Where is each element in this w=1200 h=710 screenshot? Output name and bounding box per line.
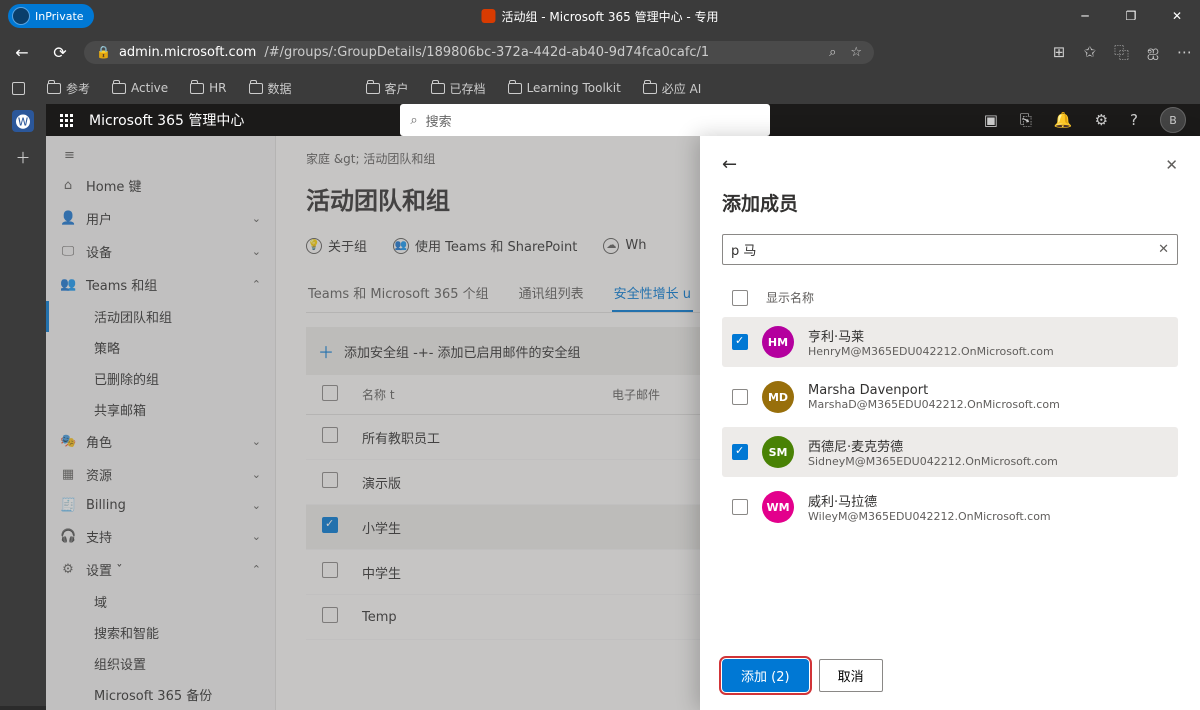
member-name: Marsha Davenport bbox=[808, 383, 1060, 398]
url-field[interactable]: 🔒 admin.microsoft.com /#/groups/:GroupDe… bbox=[84, 41, 874, 64]
url-host: admin.microsoft.com bbox=[119, 45, 256, 60]
cancel-button[interactable]: 取消 bbox=[819, 659, 883, 692]
extensions-icon[interactable]: ஐ bbox=[1147, 42, 1159, 62]
members-header: 显示名称 bbox=[722, 283, 1178, 312]
inprivate-label: InPrivate bbox=[35, 10, 84, 23]
select-all-members-checkbox[interactable] bbox=[732, 290, 748, 306]
member-avatar: SM bbox=[762, 436, 794, 468]
search-value: p 马 bbox=[731, 240, 756, 259]
bookmark-4[interactable]: 客户 bbox=[366, 80, 409, 97]
app-body: ≡ ⌂Home 键👤用户⌄🖵设备⌄👥Teams 和组⌃活动团队和组策略已删除的组… bbox=[46, 136, 1200, 710]
add-members-panel: ← ✕ 添加成员 p 马 ✕ 显示名称 HM 亨利·马莱HenryM@M365ED… bbox=[700, 136, 1200, 710]
member-avatar: WM bbox=[762, 491, 794, 523]
collections-icon[interactable]: ⿻ bbox=[1114, 42, 1129, 63]
browser-back-button[interactable]: ← bbox=[8, 38, 36, 66]
panel-title: 添加成员 bbox=[722, 189, 1178, 216]
bookmark-tab-icon[interactable] bbox=[12, 82, 25, 95]
member-checkbox[interactable] bbox=[732, 389, 748, 405]
member-row[interactable]: MD Marsha DavenportMarshaD@M365EDU042212.… bbox=[722, 372, 1178, 422]
favorite-icon[interactable]: ☆ bbox=[850, 45, 862, 60]
inprivate-badge: InPrivate bbox=[8, 4, 94, 28]
member-checkbox[interactable] bbox=[732, 499, 748, 515]
member-email: MarshaD@M365EDU042212.OnMicrosoft.com bbox=[808, 398, 1060, 411]
browser-side-rail: 🅦 ＋ bbox=[0, 104, 46, 706]
member-avatar: HM bbox=[762, 326, 794, 358]
inprivate-dot bbox=[12, 7, 30, 25]
window-minimize-button[interactable]: ─ bbox=[1062, 0, 1108, 32]
favorites-icon[interactable]: ✩ bbox=[1083, 43, 1096, 61]
clear-search-icon[interactable]: ✕ bbox=[1158, 242, 1169, 257]
col-display-name[interactable]: 显示名称 bbox=[766, 289, 814, 306]
app-title: Microsoft 365 管理中心 bbox=[89, 110, 244, 130]
bookmarks-bar: 参考 Active HR 数据 客户 已存档 Learning Toolkit 必应 AI bbox=[0, 72, 1200, 104]
url-path: /#/groups/:GroupDetails/189806bc-372a-44… bbox=[264, 45, 709, 60]
member-email: HenryM@M365EDU042212.OnMicrosoft.com bbox=[808, 345, 1054, 358]
settings-icon[interactable]: ⚙ bbox=[1095, 111, 1108, 129]
member-avatar: MD bbox=[762, 381, 794, 413]
browser-addressbar: ← ⟳ 🔒 admin.microsoft.com /#/groups/:Gro… bbox=[0, 32, 1200, 72]
member-name: 西德尼·麦克劳德 bbox=[808, 436, 1058, 455]
member-search-input[interactable]: p 马 ✕ bbox=[722, 234, 1178, 265]
search-in-page-icon[interactable]: ⌕ bbox=[829, 45, 836, 60]
panel-close-button[interactable]: ✕ bbox=[1165, 156, 1178, 174]
member-name: 威利·马拉德 bbox=[808, 491, 1051, 510]
member-row[interactable]: HM 亨利·马莱HenryM@M365EDU042212.OnMicrosoft.… bbox=[722, 317, 1178, 367]
panel-back-button[interactable]: ← bbox=[722, 154, 737, 175]
app-favicon bbox=[481, 9, 495, 23]
avatar[interactable]: B bbox=[1160, 107, 1186, 133]
note-icon[interactable]: ⎘ bbox=[1020, 111, 1032, 129]
member-email: SidneyM@M365EDU042212.OnMicrosoft.com bbox=[808, 455, 1058, 468]
member-name: 亨利·马莱 bbox=[808, 326, 1054, 345]
bookmark-2[interactable]: HR bbox=[190, 81, 226, 95]
notifications-icon[interactable]: 🔔 bbox=[1054, 111, 1073, 129]
member-checkbox[interactable] bbox=[732, 444, 748, 460]
bookmark-3[interactable]: 数据 bbox=[249, 80, 292, 97]
member-row[interactable]: SM 西德尼·麦克劳德SidneyM@M365EDU042212.OnMicros… bbox=[722, 427, 1178, 477]
member-row[interactable]: WM 威利·马拉德WileyM@M365EDU042212.OnMicrosoft… bbox=[722, 482, 1178, 532]
window-titlebar: InPrivate 活动组 - Microsoft 365 管理中心 - 专用 … bbox=[0, 0, 1200, 32]
window-maximize-button[interactable]: ❐ bbox=[1108, 0, 1154, 32]
bookmark-5[interactable]: 已存档 bbox=[431, 80, 486, 97]
more-icon[interactable]: ⋯ bbox=[1177, 43, 1192, 61]
add-button[interactable]: 添加 (2) bbox=[722, 659, 809, 692]
window-title: 活动组 - Microsoft 365 管理中心 - 专用 bbox=[481, 8, 718, 25]
photo-icon[interactable]: ▣ bbox=[984, 111, 998, 129]
window-close-button[interactable]: ✕ bbox=[1154, 0, 1200, 32]
app-search-placeholder: 搜索 bbox=[426, 111, 452, 130]
app-launcher-icon[interactable] bbox=[60, 114, 73, 127]
word-app-icon[interactable]: 🅦 bbox=[12, 110, 34, 132]
bookmark-1[interactable]: Active bbox=[112, 81, 168, 95]
reading-list-icon[interactable]: ⊞ bbox=[1053, 43, 1066, 61]
app-header: Microsoft 365 管理中心 ⌕ 搜索 ▣ ⎘ 🔔 ⚙ ? B bbox=[46, 104, 1200, 136]
member-email: WileyM@M365EDU042212.OnMicrosoft.com bbox=[808, 510, 1051, 523]
lock-icon: 🔒 bbox=[96, 45, 111, 59]
admin-center-app: Microsoft 365 管理中心 ⌕ 搜索 ▣ ⎘ 🔔 ⚙ ? B ≡ ⌂H… bbox=[46, 104, 1200, 706]
bookmark-7[interactable]: 必应 AI bbox=[643, 80, 702, 97]
window-title-text: 活动组 - Microsoft 365 管理中心 - 专用 bbox=[501, 8, 718, 25]
bookmark-0[interactable]: 参考 bbox=[47, 80, 90, 97]
search-icon: ⌕ bbox=[410, 113, 417, 128]
add-tab-icon[interactable]: ＋ bbox=[12, 146, 34, 168]
app-search-input[interactable]: ⌕ 搜索 bbox=[400, 104, 770, 136]
browser-refresh-button[interactable]: ⟳ bbox=[46, 38, 74, 66]
bookmark-6[interactable]: Learning Toolkit bbox=[508, 81, 621, 95]
member-checkbox[interactable] bbox=[732, 334, 748, 350]
help-icon[interactable]: ? bbox=[1130, 111, 1138, 129]
